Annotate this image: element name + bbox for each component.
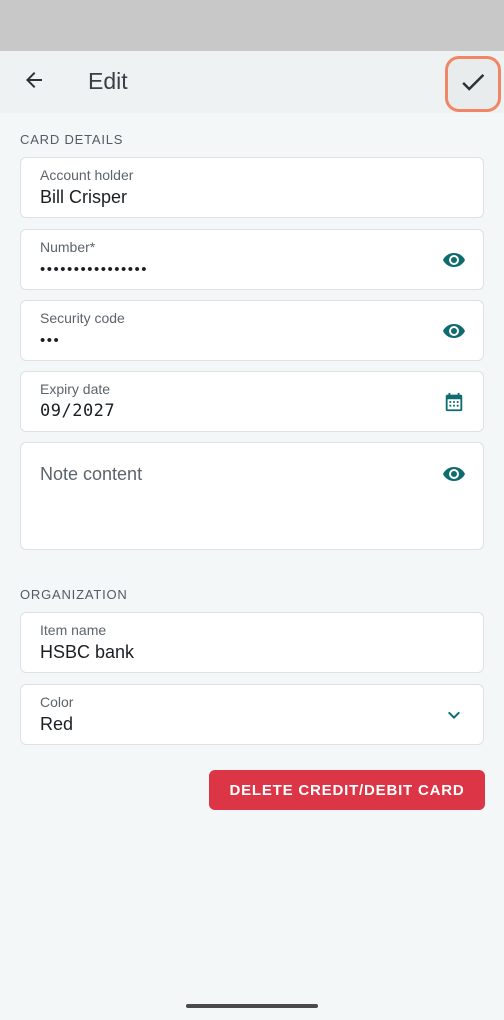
account-holder-field[interactable]: Account holder Bill Crisper [20,157,484,218]
calendar-icon[interactable] [441,389,467,415]
expiry-date-label: Expiry date [40,381,111,397]
section-card-details: CARD DETAILS [20,132,124,147]
account-holder-value[interactable]: Bill Crisper [40,187,127,208]
check-icon [458,67,488,102]
card-number-label: Number* [40,239,96,255]
arrow-back-icon [22,68,46,97]
delete-card-button[interactable]: DELETE CREDIT/DEBIT CARD [209,770,485,810]
home-indicator[interactable] [186,1004,318,1008]
note-field[interactable]: Note content [20,442,484,550]
app-bar: Edit [0,51,504,113]
note-placeholder: Note content [40,464,143,484]
item-name-field[interactable]: Item name HSBC bank [20,612,484,673]
card-number-value[interactable]: •••••••••••••••• [40,261,148,278]
account-holder-label: Account holder [40,167,134,183]
eye-icon[interactable] [441,247,467,273]
color-value[interactable]: Red [40,714,73,735]
page-title: Edit [88,68,128,94]
card-number-field[interactable]: Number* •••••••••••••••• [20,229,484,290]
security-code-field[interactable]: Security code ••• [20,300,484,361]
save-button[interactable] [445,56,501,112]
expiry-date-field[interactable]: Expiry date 09/2027 [20,371,484,432]
color-select[interactable]: Color Red [20,684,484,745]
item-name-label: Item name [40,622,107,638]
item-name-value[interactable]: HSBC bank [40,642,134,663]
security-code-label: Security code [40,310,125,326]
security-code-value[interactable]: ••• [40,332,60,349]
status-bar [0,0,504,51]
color-label: Color [40,694,74,710]
eye-icon[interactable] [441,318,467,344]
section-organization: ORGANIZATION [20,587,128,602]
eye-icon[interactable] [441,461,467,487]
back-button[interactable] [14,62,54,102]
expiry-date-value[interactable]: 09/2027 [40,401,115,421]
chevron-down-icon[interactable] [441,702,467,728]
